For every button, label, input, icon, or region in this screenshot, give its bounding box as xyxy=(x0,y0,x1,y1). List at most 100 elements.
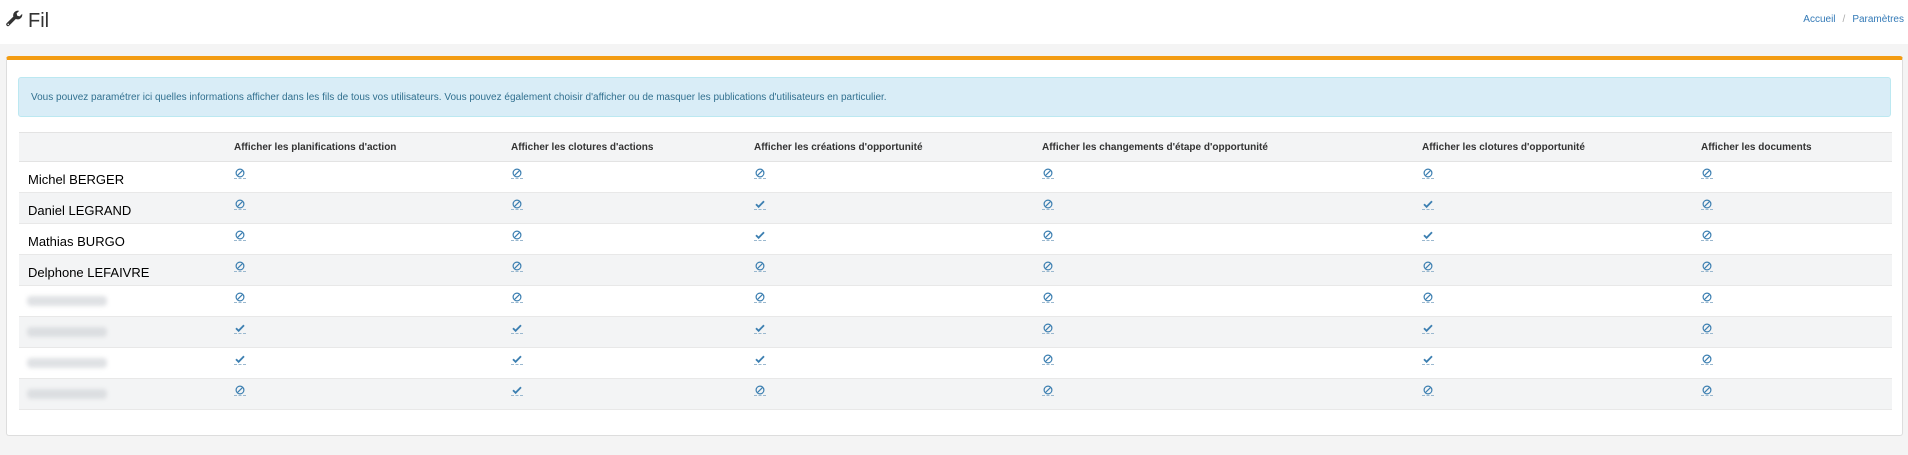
user-name-redacted xyxy=(27,327,107,337)
table-row xyxy=(19,285,1892,317)
ban-icon[interactable] xyxy=(511,229,523,242)
ban-icon[interactable] xyxy=(1701,229,1713,242)
ban-icon[interactable] xyxy=(234,260,246,273)
setting-cell-action-closing xyxy=(511,378,754,410)
setting-cell-opportunity-closing xyxy=(1422,285,1701,317)
check-icon[interactable] xyxy=(754,353,766,366)
setting-cell-action-closing xyxy=(511,223,754,255)
setting-cell-opportunity-creation xyxy=(754,161,1042,193)
ban-icon[interactable] xyxy=(1042,291,1054,304)
ban-icon[interactable] xyxy=(1701,198,1713,211)
top-bar: Fil Accueil / Paramètres xyxy=(0,0,1908,44)
user-name: Daniel LEGRAND xyxy=(28,202,132,218)
breadcrumb-separator: / xyxy=(1842,14,1846,25)
setting-cell-action-closing xyxy=(511,285,754,317)
check-icon[interactable] xyxy=(1422,353,1434,366)
setting-cell-documents xyxy=(1701,347,1892,379)
ban-icon[interactable] xyxy=(1422,291,1434,304)
setting-cell-opportunity-stage-change xyxy=(1042,285,1422,317)
setting-cell-documents xyxy=(1701,161,1892,193)
setting-cell-action-planning xyxy=(234,161,511,193)
check-icon[interactable] xyxy=(1422,322,1434,335)
breadcrumb-home-link[interactable]: Accueil xyxy=(1803,14,1835,25)
setting-cell-documents xyxy=(1701,285,1892,317)
check-icon[interactable] xyxy=(1422,198,1434,211)
column-header-opportunity-closing: Afficher les clotures d'opportunité xyxy=(1422,132,1701,162)
check-icon[interactable] xyxy=(511,322,523,335)
breadcrumb: Accueil / Paramètres xyxy=(1803,14,1904,25)
setting-cell-action-closing xyxy=(511,347,754,379)
setting-cell-opportunity-stage-change xyxy=(1042,254,1422,286)
check-icon[interactable] xyxy=(511,353,523,366)
ban-icon[interactable] xyxy=(1701,353,1713,366)
setting-cell-opportunity-closing xyxy=(1422,223,1701,255)
user-cell: Daniel LEGRAND xyxy=(19,192,234,224)
ban-icon[interactable] xyxy=(1042,229,1054,242)
column-header-opportunity-creation: Afficher les créations d'opportunité xyxy=(754,132,1042,162)
user-cell xyxy=(19,285,234,317)
table-row: Mathias BURGO xyxy=(19,223,1892,255)
check-icon[interactable] xyxy=(754,198,766,211)
ban-icon[interactable] xyxy=(1042,322,1054,335)
user-cell xyxy=(19,316,234,348)
ban-icon[interactable] xyxy=(511,291,523,304)
ban-icon[interactable] xyxy=(234,198,246,211)
user-cell xyxy=(19,347,234,379)
setting-cell-action-closing xyxy=(511,316,754,348)
ban-icon[interactable] xyxy=(1701,167,1713,180)
ban-icon[interactable] xyxy=(234,384,246,397)
ban-icon[interactable] xyxy=(1701,260,1713,273)
ban-icon[interactable] xyxy=(1701,322,1713,335)
ban-icon[interactable] xyxy=(511,260,523,273)
setting-cell-opportunity-stage-change xyxy=(1042,223,1422,255)
table-row: Michel BERGER xyxy=(19,161,1892,193)
user-cell: Mathias BURGO xyxy=(19,223,234,255)
setting-cell-documents xyxy=(1701,223,1892,255)
table-header-row: Afficher les planifications d'action Aff… xyxy=(19,132,1892,162)
ban-icon[interactable] xyxy=(234,167,246,180)
ban-icon[interactable] xyxy=(511,198,523,211)
ban-icon[interactable] xyxy=(234,229,246,242)
ban-icon[interactable] xyxy=(234,291,246,304)
setting-cell-action-planning xyxy=(234,254,511,286)
ban-icon[interactable] xyxy=(754,167,766,180)
check-icon[interactable] xyxy=(511,384,523,397)
feed-settings-table: Afficher les planifications d'action Aff… xyxy=(19,132,1892,410)
ban-icon[interactable] xyxy=(1042,384,1054,397)
setting-cell-action-planning xyxy=(234,316,511,348)
ban-icon[interactable] xyxy=(1422,384,1434,397)
ban-icon[interactable] xyxy=(1701,291,1713,304)
user-name: Delphone LEFAIVRE xyxy=(28,264,150,280)
ban-icon[interactable] xyxy=(1042,167,1054,180)
table-row xyxy=(19,378,1892,410)
setting-cell-action-planning xyxy=(234,285,511,317)
setting-cell-action-planning xyxy=(234,378,511,410)
ban-icon[interactable] xyxy=(754,384,766,397)
check-icon[interactable] xyxy=(234,353,246,366)
ban-icon[interactable] xyxy=(754,260,766,273)
ban-icon[interactable] xyxy=(1422,260,1434,273)
ban-icon[interactable] xyxy=(1042,353,1054,366)
ban-icon[interactable] xyxy=(511,167,523,180)
setting-cell-documents xyxy=(1701,192,1892,224)
setting-cell-opportunity-stage-change xyxy=(1042,161,1422,193)
ban-icon[interactable] xyxy=(1042,198,1054,211)
setting-cell-action-closing xyxy=(511,254,754,286)
setting-cell-opportunity-closing xyxy=(1422,254,1701,286)
breadcrumb-current: Paramètres xyxy=(1852,14,1904,25)
ban-icon[interactable] xyxy=(1422,167,1434,180)
setting-cell-action-closing xyxy=(511,161,754,193)
check-icon[interactable] xyxy=(754,322,766,335)
ban-icon[interactable] xyxy=(1701,384,1713,397)
setting-cell-opportunity-creation xyxy=(754,223,1042,255)
setting-cell-opportunity-stage-change xyxy=(1042,378,1422,410)
check-icon[interactable] xyxy=(234,322,246,335)
check-icon[interactable] xyxy=(1422,229,1434,242)
user-name-redacted xyxy=(27,389,107,399)
column-header-user xyxy=(19,132,234,162)
ban-icon[interactable] xyxy=(754,291,766,304)
setting-cell-opportunity-creation xyxy=(754,192,1042,224)
check-icon[interactable] xyxy=(754,229,766,242)
ban-icon[interactable] xyxy=(1042,260,1054,273)
setting-cell-documents xyxy=(1701,254,1892,286)
